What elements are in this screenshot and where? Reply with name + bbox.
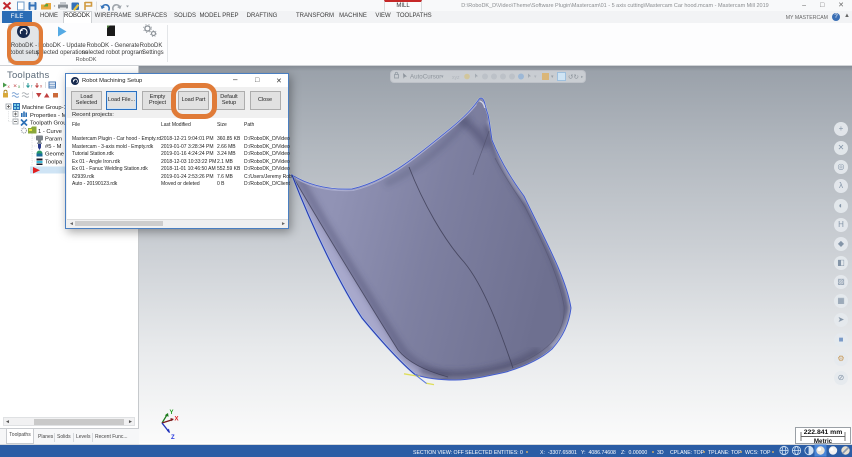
svg-text:1 - Curve: 1 - Curve xyxy=(38,129,62,135)
svg-text:Toolpa: Toolpa xyxy=(45,160,63,166)
svg-text:x: x xyxy=(40,84,43,89)
svg-text:xyz: xyz xyxy=(452,75,460,81)
svg-text:↺↻: ↺↻ xyxy=(568,74,579,81)
svg-text:✕: ✕ xyxy=(13,84,17,90)
svg-text:▾: ▾ xyxy=(441,74,444,80)
svg-text:▾: ▾ xyxy=(551,74,554,80)
svg-text:Param: Param xyxy=(45,137,62,143)
svg-text:Properties - M: Properties - M xyxy=(30,113,67,119)
svg-text:r: r xyxy=(31,84,33,89)
svg-text:Geome: Geome xyxy=(45,152,64,158)
svg-text:Y: Y xyxy=(170,410,174,416)
svg-text:▾: ▾ xyxy=(534,74,537,80)
svg-text:▸: ▸ xyxy=(581,74,584,79)
svg-text:Z: Z xyxy=(171,435,175,441)
svg-text:#5 - M: #5 - M xyxy=(45,144,62,150)
svg-text:x: x xyxy=(18,84,21,89)
svg-text:AutoCursor: AutoCursor xyxy=(410,74,441,81)
svg-text:Toolpath Grou: Toolpath Grou xyxy=(30,121,66,127)
svg-text:x: x xyxy=(8,84,11,89)
svg-text:Machine Group-1: Machine Group-1 xyxy=(22,105,67,111)
svg-text:X: X xyxy=(175,417,179,423)
